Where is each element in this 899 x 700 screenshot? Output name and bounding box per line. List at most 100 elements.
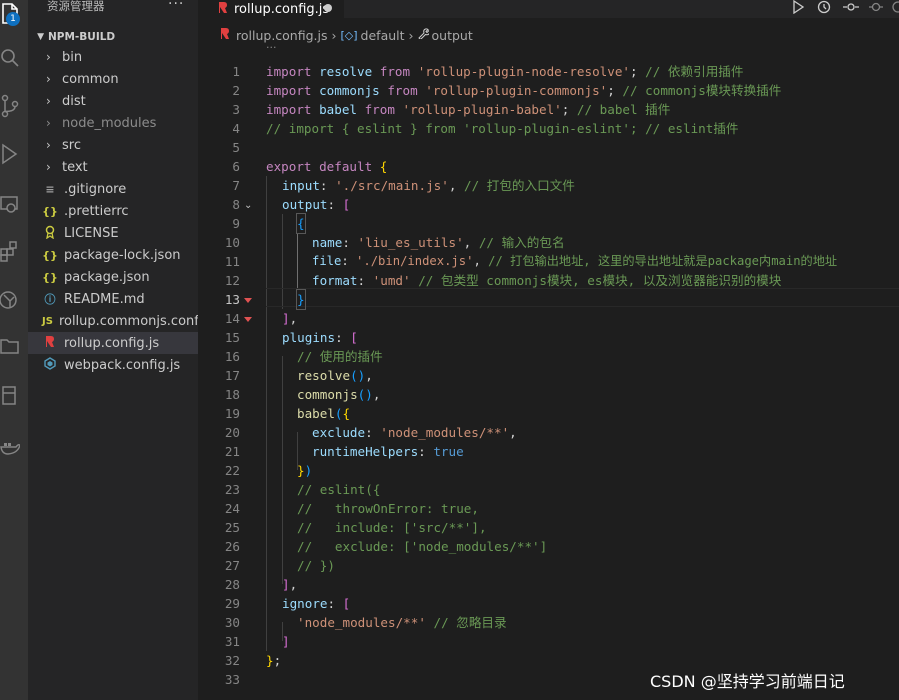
tree-item-common[interactable]: › common <box>28 68 198 90</box>
chevron-right-icon: › <box>46 50 51 64</box>
token: } <box>297 463 305 478</box>
line-number: 2 <box>232 83 240 98</box>
git-commit-icon[interactable] <box>868 0 884 16</box>
line-number: 22 <box>224 463 240 478</box>
tree-item-webpack-config[interactable]: webpack.config.js <box>28 354 198 376</box>
more-actions-icon[interactable]: ··· <box>168 0 184 12</box>
rollup-file-icon <box>218 1 228 17</box>
git-graph-icon[interactable] <box>0 280 28 320</box>
tree-item-label: .gitignore <box>64 181 127 197</box>
tree-item-readme[interactable]: ⓘ README.md <box>28 288 198 310</box>
tree-item-package-json[interactable]: {} package.json <box>28 266 198 288</box>
database-icon[interactable] <box>0 376 28 416</box>
line-number: 27 <box>224 558 240 573</box>
tree-item-label: text <box>62 159 88 175</box>
tree-item-package-lock-json[interactable]: {} package-lock.json <box>28 244 198 266</box>
token: input <box>282 178 320 193</box>
line-number: 11 <box>224 254 240 269</box>
code-line: 16 // 使用的插件 <box>198 347 899 366</box>
tree-item-dist[interactable]: › dist <box>28 90 198 112</box>
tree-item-license[interactable]: LICENSE <box>28 222 198 244</box>
breadcrumb-file[interactable]: rollup.config.js <box>236 28 328 43</box>
line-number: 3 <box>232 102 240 117</box>
code-line: 31] <box>198 632 899 651</box>
token: 'rollup-plugin-node-resolve' <box>417 64 630 79</box>
token: babel <box>297 406 335 421</box>
token: ignore <box>282 596 328 611</box>
token: 'liu_es_utils' <box>357 235 464 250</box>
token: , <box>289 311 298 326</box>
workspace-folder-header[interactable]: ▼ NPM-BUILD <box>28 26 198 48</box>
unsaved-dot-icon[interactable] <box>324 4 332 12</box>
code-line: 28], <box>198 575 899 594</box>
watermark: CSDN @坚持学习前端日记 <box>650 672 845 691</box>
extensions-icon[interactable] <box>0 232 28 272</box>
compare-icon[interactable] <box>842 0 860 16</box>
json-file-icon: {} <box>42 248 58 262</box>
token: output <box>282 197 328 212</box>
split-editor-icon[interactable] <box>890 0 899 16</box>
run-debug-icon[interactable] <box>0 134 28 174</box>
line-number: 4 <box>232 121 240 136</box>
tree-item-rollup-commonjs-config[interactable]: JS rollup.commonjs.conf... <box>28 310 198 332</box>
token: , <box>473 254 489 268</box>
code-line: 14], <box>198 309 899 328</box>
breadcrumb-symbol-default[interactable]: default <box>361 28 405 43</box>
token: resolve <box>311 64 380 79</box>
tree-item-node-modules[interactable]: › node_modules <box>28 112 198 134</box>
code-line: 13} <box>198 289 899 310</box>
token: from <box>387 83 418 98</box>
line-number: 19 <box>224 406 240 421</box>
tree-item-gitignore[interactable]: ≡ .gitignore <box>28 178 198 200</box>
chevron-right-icon: › <box>46 94 51 108</box>
line-number: 9 <box>232 216 240 231</box>
breadcrumb-symbol-output[interactable]: output <box>432 28 473 43</box>
code-line: 10 name: 'liu_es_utils', // 输入的包名 <box>198 233 899 252</box>
license-file-icon <box>42 225 58 242</box>
chevron-down-icon: ▼ <box>37 32 44 42</box>
tree-item-prettierrc[interactable]: {} .prettierrc <box>28 200 198 222</box>
token: { <box>379 159 388 174</box>
line-number: 24 <box>224 501 240 516</box>
line-number: 8 <box>232 197 240 212</box>
line-number: 15 <box>224 330 240 345</box>
explorer-badge: 1 <box>6 12 20 26</box>
tree-item-rollup-config[interactable]: rollup.config.js <box>28 332 198 354</box>
token: () <box>357 387 373 402</box>
folder-icon[interactable] <box>0 326 28 366</box>
token: commonjs <box>297 387 358 402</box>
token: 'rollup-plugin-commonjs' <box>425 83 608 98</box>
tree-item-src[interactable]: › src <box>28 134 198 156</box>
token: , <box>372 387 381 402</box>
line-number: 29 <box>224 596 240 611</box>
line-number: 33 <box>224 672 240 687</box>
token: } <box>296 289 306 310</box>
tree-item-text[interactable]: › text <box>28 156 198 178</box>
token: from <box>364 102 395 117</box>
token: () <box>350 368 366 383</box>
chevron-right-icon: › <box>46 138 51 152</box>
docker-icon[interactable] <box>0 426 28 466</box>
chevron-right-icon: › <box>408 27 414 43</box>
tree-item-label: rollup.config.js <box>64 335 160 351</box>
token: , <box>289 577 298 592</box>
tab-rollup-config[interactable]: rollup.config.js <box>198 0 344 18</box>
remote-explorer-icon[interactable] <box>0 186 28 226</box>
token: import <box>266 64 312 79</box>
code-line: 17 resolve(), <box>198 366 899 385</box>
token: // 使用的插件 <box>297 349 383 364</box>
code-line: 18 commonjs(), <box>198 385 899 404</box>
run-icon[interactable] <box>792 0 805 16</box>
code-editor[interactable]: ⌄ 1 import resolve from 'rollup-plugin-no… <box>198 62 899 689</box>
symbol-variable-icon: [◇] <box>340 28 358 42</box>
line-number: 13 <box>224 292 240 307</box>
json-file-icon: {} <box>42 204 58 218</box>
rollup-file-icon <box>42 335 58 351</box>
tree-item-bin[interactable]: › bin <box>28 46 198 68</box>
token: // eslint({ <box>297 482 381 497</box>
source-control-icon[interactable] <box>0 86 28 126</box>
timeline-icon[interactable] <box>816 0 832 16</box>
token: : <box>335 330 351 345</box>
gitignore-file-icon: ≡ <box>45 182 55 196</box>
search-icon[interactable] <box>0 38 28 78</box>
